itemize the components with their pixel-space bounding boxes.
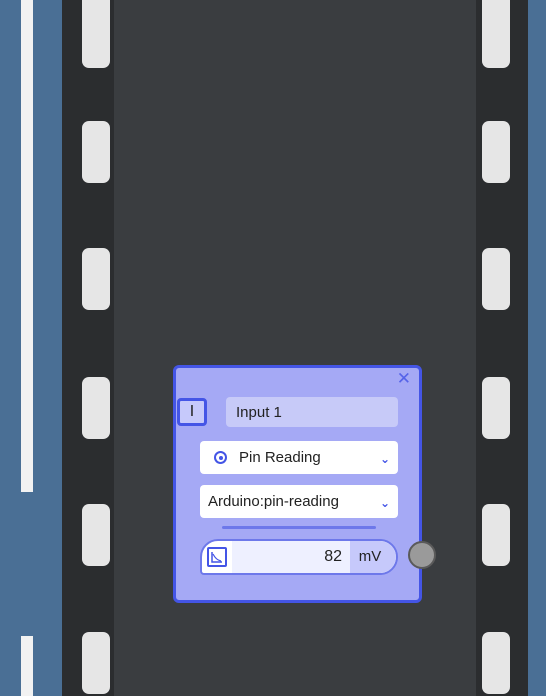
graph-icon <box>207 547 227 567</box>
reading-unit: mV <box>350 541 396 573</box>
strip-hole <box>482 248 510 310</box>
strip-hole <box>482 377 510 439</box>
graph-button[interactable] <box>202 541 232 573</box>
node-type-badge: I <box>177 398 207 426</box>
film-strip-left <box>62 0 114 696</box>
strip-hole <box>482 121 510 183</box>
source-select[interactable]: Pin Reading ⌄ <box>200 441 398 474</box>
node-name-input[interactable] <box>226 397 398 427</box>
strip-hole <box>82 504 110 566</box>
reading-value: 82 <box>232 541 350 573</box>
lane-line-bottom <box>21 636 33 696</box>
strip-hole <box>82 121 110 183</box>
right-side-panel <box>528 0 546 696</box>
strip-hole <box>82 377 110 439</box>
output-port[interactable] <box>408 541 436 569</box>
reading-display: 82 mV <box>200 539 398 575</box>
strip-hole <box>82 632 110 694</box>
channel-select[interactable]: Arduino:pin-reading ⌄ <box>200 485 398 518</box>
close-icon[interactable]: ✕ <box>397 370 411 388</box>
strip-hole <box>482 0 510 68</box>
film-strip-right <box>476 0 528 696</box>
strip-hole <box>482 632 510 694</box>
channel-select-label: Arduino:pin-reading <box>208 493 339 510</box>
strip-hole <box>82 248 110 310</box>
lane-line-top <box>21 0 33 492</box>
strip-hole <box>482 504 510 566</box>
chevron-down-icon: ⌄ <box>379 451 390 466</box>
input-node[interactable]: ✕ I Pin Reading ⌄ Arduino:pin-reading ⌄ … <box>173 365 436 603</box>
divider <box>222 526 376 529</box>
left-side-panel <box>0 0 62 696</box>
source-select-label: Pin Reading <box>239 449 321 466</box>
strip-hole <box>82 0 110 68</box>
chevron-down-icon: ⌄ <box>379 495 390 510</box>
radio-target-icon <box>214 451 227 464</box>
